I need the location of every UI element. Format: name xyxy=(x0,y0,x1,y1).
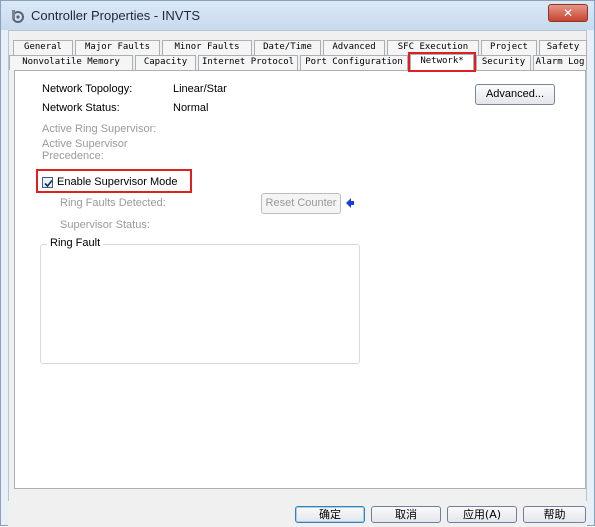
cancel-button[interactable]: 取消 xyxy=(371,506,441,523)
advanced-button[interactable]: Advanced... xyxy=(475,84,555,105)
close-button[interactable]: ✕ xyxy=(548,4,588,22)
tab-advanced[interactable]: Advanced xyxy=(323,40,385,55)
controller-app-icon xyxy=(9,8,25,24)
tab-internet-protocol[interactable]: Internet Protocol xyxy=(198,55,298,70)
title-bar[interactable]: Controller Properties - INVTS ✕ xyxy=(1,1,594,30)
network-status-label: Network Status: xyxy=(42,102,120,114)
tab-major-faults[interactable]: Major Faults xyxy=(75,40,160,55)
dialog-window: Controller Properties - INVTS ✕ General … xyxy=(0,0,595,527)
enable-supervisor-checkbox[interactable] xyxy=(42,177,53,188)
active-ring-supervisor-label: Active Ring Supervisor: xyxy=(42,123,157,135)
network-status-value: Normal xyxy=(173,102,209,114)
pointer-arrow-icon xyxy=(345,197,355,212)
tab-project[interactable]: Project xyxy=(481,40,537,55)
ring-fault-group-label: Ring Fault xyxy=(47,237,104,249)
network-topology-label: Network Topology: xyxy=(42,83,133,95)
tab-nonvolatile-memory[interactable]: Nonvolatile Memory xyxy=(9,55,133,70)
enable-supervisor-label[interactable]: Enable Supervisor Mode xyxy=(57,176,177,188)
tab-capacity[interactable]: Capacity xyxy=(135,55,196,70)
ring-fault-group xyxy=(40,244,360,364)
tab-port-configuration[interactable]: Port Configuration xyxy=(300,55,408,70)
active-supervisor-precedence-label-line2: Precedence: xyxy=(42,150,104,162)
tab-network[interactable]: Network* xyxy=(410,54,474,71)
network-topology-value: Linear/Star xyxy=(173,83,227,95)
ring-faults-detected-label: Ring Faults Detected: xyxy=(60,197,166,209)
active-supervisor-precedence-label-line1: Active Supervisor xyxy=(42,138,128,150)
checkmark-icon xyxy=(44,179,53,188)
tab-alarm-log[interactable]: Alarm Log xyxy=(533,55,587,70)
reset-counter-button[interactable]: Reset Counter xyxy=(261,193,341,214)
supervisor-status-label: Supervisor Status: xyxy=(60,219,150,231)
tab-general[interactable]: General xyxy=(13,40,73,55)
tab-security[interactable]: Security xyxy=(476,55,531,70)
tab-sfc-execution[interactable]: SFC Execution xyxy=(387,40,479,55)
tab-minor-faults[interactable]: Minor Faults xyxy=(162,40,252,55)
tab-date-time[interactable]: Date/Time xyxy=(254,40,321,55)
help-button[interactable]: 帮助 xyxy=(523,506,586,523)
ok-button[interactable]: 确定 xyxy=(295,506,365,523)
apply-button[interactable]: 应用(A) xyxy=(447,506,517,523)
tab-safety[interactable]: Safety xyxy=(539,40,587,55)
window-title: Controller Properties - INVTS xyxy=(31,8,201,23)
